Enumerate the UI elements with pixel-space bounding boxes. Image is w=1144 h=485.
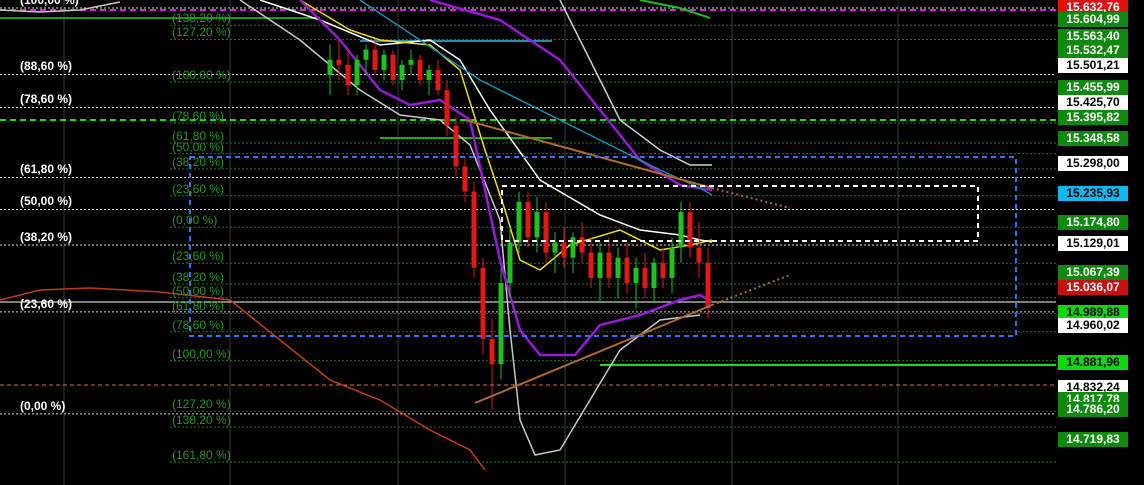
candle-body — [543, 211, 549, 253]
candle-body — [516, 201, 522, 243]
price-axis-label: 15.532,47 — [1058, 43, 1128, 58]
candle-body — [489, 338, 495, 365]
candle-body — [498, 283, 504, 365]
price-axis-label: 15.395,82 — [1058, 110, 1128, 125]
candle-body — [345, 64, 351, 86]
candle-body — [642, 267, 648, 289]
fib-secondary-label: (78,60 %) — [172, 317, 225, 332]
candle-body — [615, 257, 621, 278]
fib-secondary-label: (100,00 %) — [172, 346, 231, 361]
price-axis-label: 15.036,07 — [1058, 280, 1128, 295]
price-axis-label: 15.129,01 — [1058, 236, 1128, 251]
candle-body — [336, 59, 342, 65]
fib-main-label: (61,80 %) — [20, 162, 73, 177]
candle-body — [390, 54, 396, 81]
price-axis-label: 15.174,80 — [1058, 215, 1128, 230]
candle-body — [552, 242, 558, 253]
fib-secondary-label: (38,20 %) — [172, 270, 225, 285]
fib-secondary-label: (0,00 %) — [172, 213, 218, 228]
fib-main-label: (78,60 %) — [20, 92, 73, 107]
price-axis-label: 15.348,58 — [1058, 131, 1128, 146]
candle-body — [480, 267, 486, 339]
candle-body — [696, 247, 702, 263]
fib-secondary-label: (50,00 %) — [172, 283, 225, 298]
fib-secondary-label: (161,80 %) — [172, 448, 231, 463]
candle-body — [399, 64, 405, 81]
candle-body — [534, 211, 540, 238]
candle-body — [525, 201, 531, 238]
fib-secondary-label: (100,00 %) — [172, 68, 231, 83]
candle-body — [507, 242, 513, 284]
candle-body — [462, 166, 468, 192]
fib-secondary-label: (23,60 %) — [172, 249, 225, 264]
fib-secondary-label: (23,60 %) — [172, 181, 225, 196]
candle-body — [435, 69, 441, 91]
price-axis-label: 14.719,83 — [1058, 432, 1128, 447]
candle-body — [651, 262, 657, 289]
fib-secondary-label: (127,20 %) — [172, 397, 231, 412]
candle-body — [354, 59, 360, 86]
candle-body — [444, 90, 450, 126]
fib-main-label: (88,60 %) — [20, 59, 73, 74]
price-axis-label: 15.604,99 — [1058, 12, 1128, 27]
candle-body — [408, 59, 414, 65]
fib-secondary-label: (138,20 %) — [172, 11, 231, 26]
fib-main-label: (38,20 %) — [20, 229, 73, 244]
candle-body — [381, 54, 387, 70]
fib-secondary-label: (138,20 %) — [172, 413, 231, 428]
candle-body — [633, 267, 639, 284]
price-axis-label: 15.425,70 — [1058, 95, 1128, 110]
candle-body — [669, 247, 675, 278]
fib-main-label: (23,60 %) — [20, 296, 73, 311]
fib-secondary-label: (50,00 %) — [172, 139, 225, 154]
candle-body — [678, 211, 684, 248]
price-axis-label: 14.786,20 — [1058, 402, 1128, 417]
fib-secondary-label: (127,20 %) — [172, 25, 231, 40]
candle-body — [624, 257, 630, 284]
candle-body — [606, 252, 612, 278]
fib-main-label: (50,00 %) — [20, 194, 73, 209]
price-axis-label: 15.235,93 — [1058, 186, 1128, 201]
candle-body — [426, 69, 432, 81]
candle-body — [417, 59, 423, 81]
fib-secondary-label: (38,20 %) — [172, 154, 225, 169]
price-axis-label: 14.960,02 — [1058, 318, 1128, 333]
candle-body — [471, 191, 477, 268]
price-axis-label: 15.501,21 — [1058, 58, 1128, 73]
candle-body — [327, 59, 333, 75]
fib-main-label: (0,00 %) — [20, 398, 66, 413]
candle-body — [687, 211, 693, 248]
candle-body — [453, 125, 459, 167]
fib-main-label: (100,00 %) — [20, 0, 79, 7]
candle-body — [363, 49, 369, 60]
price-axis-label: 15.067,39 — [1058, 265, 1128, 280]
candle-body — [579, 237, 585, 253]
price-axis-label: 15.563,40 — [1058, 29, 1128, 44]
candle-body — [372, 49, 378, 70]
candle-body — [561, 242, 567, 258]
fib-secondary-label: (61,80 %) — [172, 299, 225, 314]
candle-body — [705, 262, 711, 309]
candle-body — [588, 252, 594, 278]
price-axis-label: 15.455,99 — [1058, 80, 1128, 95]
candle-body — [597, 252, 603, 278]
price-axis-label: 15.298,00 — [1058, 156, 1128, 171]
candle-body — [660, 262, 666, 278]
fib-secondary-label: (78,60 %) — [172, 109, 225, 124]
price-axis-label: 14.881,96 — [1058, 355, 1128, 370]
